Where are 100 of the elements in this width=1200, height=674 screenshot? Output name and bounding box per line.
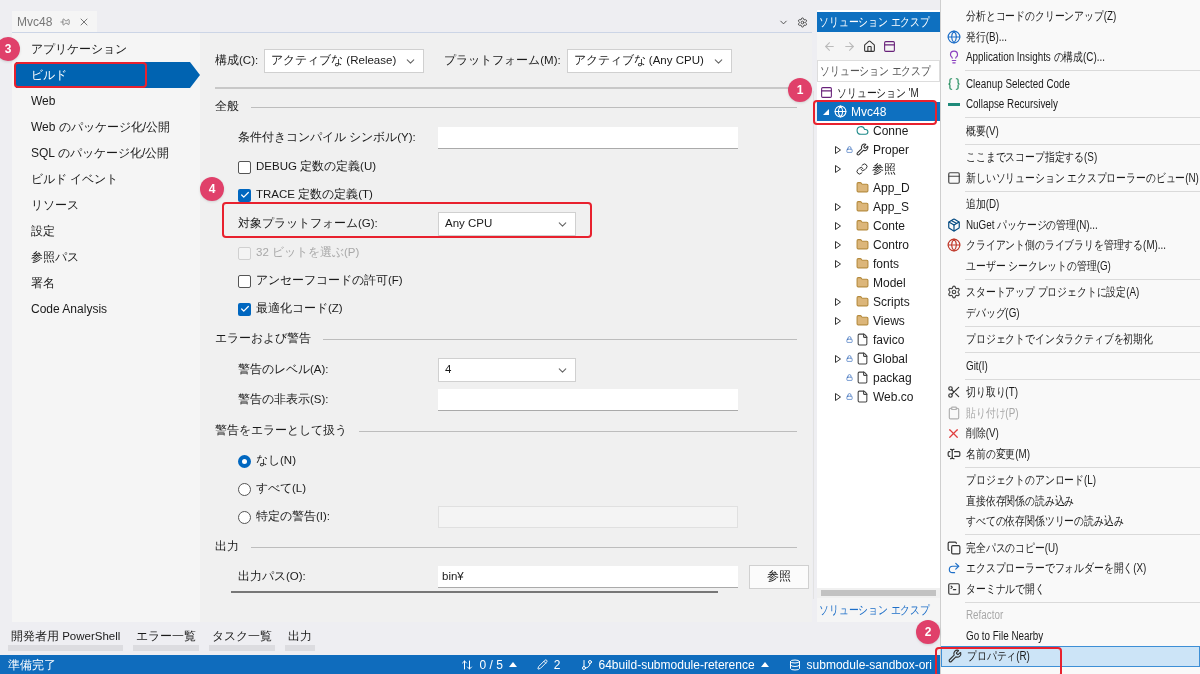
menu-item[interactable]: 切り取り(T) <box>941 382 1200 403</box>
tree-item[interactable]: Scripts <box>817 292 940 311</box>
window-icon[interactable] <box>883 39 896 53</box>
nav-item[interactable]: 参照パス <box>31 244 79 270</box>
menu-item[interactable]: ターミナルで開く <box>941 578 1200 599</box>
braces-icon <box>946 76 961 91</box>
input-field[interactable] <box>438 127 738 149</box>
document-tab[interactable]: Mvc48 <box>12 11 97 32</box>
radio-label: 特定の警告(I): <box>256 509 331 525</box>
dropdown[interactable]: Any CPU <box>438 212 576 236</box>
collapsed-arrow-icon[interactable] <box>835 392 841 401</box>
menu-item[interactable]: Go to File Nearby <box>941 625 1200 646</box>
status-item[interactable]: 2 <box>536 655 561 674</box>
nav-item[interactable]: 設定 <box>31 218 55 244</box>
menu-item[interactable]: エクスプローラーでフォルダーを開く(X) <box>941 558 1200 579</box>
checkbox[interactable] <box>238 274 251 288</box>
search-field[interactable]: ソリューション エクスプ <box>817 60 940 82</box>
input-field[interactable]: bin¥ <box>438 566 738 588</box>
browse-button[interactable]: 参照 <box>749 565 809 589</box>
menu-item[interactable]: 概要(V) <box>941 120 1200 141</box>
nav-item[interactable]: Code Analysis <box>31 296 108 322</box>
tree-item[interactable]: packag <box>817 368 940 387</box>
tree-item[interactable]: Proper <box>817 140 940 159</box>
menu-item[interactable]: 追加(D) <box>941 194 1200 215</box>
menu-item[interactable]: プロジェクトのアンロード(L) <box>941 470 1200 491</box>
menu-item[interactable]: ユーザー シークレットの管理(G) <box>941 255 1200 276</box>
file-icon <box>856 333 869 346</box>
tree-item[interactable]: Contro <box>817 235 940 254</box>
package-icon <box>946 217 961 232</box>
settings-icon[interactable] <box>797 17 808 28</box>
dropdown[interactable]: アクティブな (Release) <box>264 49 425 73</box>
collapsed-arrow-icon[interactable] <box>835 240 841 249</box>
nav-item[interactable]: Web のパッケージ化/公開 <box>31 114 171 140</box>
menu-item[interactable]: プロジェクトでインタラクティブを初期化 <box>941 329 1200 350</box>
scrollbar-thumb[interactable] <box>821 590 936 596</box>
status-item[interactable]: 64build-submodule-reterence <box>580 655 769 674</box>
nav-item[interactable]: Web <box>31 88 56 114</box>
menu-item[interactable]: Collapse Recursively <box>941 94 1200 115</box>
checkbox[interactable] <box>238 188 251 202</box>
tree-item[interactable]: App_S <box>817 197 940 216</box>
menu-item[interactable]: 完全パスのコピー(U) <box>941 537 1200 558</box>
tree-item[interactable]: Web.co <box>817 387 940 406</box>
tree-item[interactable]: Conte <box>817 216 940 235</box>
status-item[interactable]: submodule-sandbox-ori <box>788 655 932 674</box>
collapsed-arrow-icon[interactable] <box>835 259 841 268</box>
collapsed-arrow-icon[interactable] <box>835 297 841 306</box>
tree-item[interactable]: Model <box>817 273 940 292</box>
field-label: 出力パス(O): <box>238 569 307 585</box>
menu-item[interactable]: ここまでスコープ指定する(S) <box>941 147 1200 168</box>
curved-arrow-icon <box>946 561 961 576</box>
checkbox[interactable] <box>238 302 251 316</box>
tree-item[interactable]: Global <box>817 349 940 368</box>
nav-item[interactable]: 署名 <box>31 270 55 296</box>
home-icon[interactable] <box>863 39 876 53</box>
menu-item[interactable]: 新しいソリューション エクスプローラーのビュー(N) <box>941 167 1200 188</box>
menu-item[interactable]: 分析とコードのクリーンアップ(Z) <box>941 6 1200 27</box>
menu-item[interactable]: デバッグ(G) <box>941 302 1200 323</box>
collapsed-arrow-icon[interactable] <box>835 202 841 211</box>
panel-tab[interactable]: ソリューション エクスプ <box>817 598 940 622</box>
branch-icon <box>580 658 593 671</box>
checkbox-label: アンセーフコードの許可(F) <box>256 273 403 289</box>
tree-item[interactable]: Conne <box>817 121 940 140</box>
collapsed-arrow-icon[interactable] <box>835 316 841 325</box>
radio-button[interactable] <box>238 454 251 468</box>
collapsed-arrow-icon[interactable] <box>835 145 841 154</box>
menu-item[interactable]: NuGet パッケージの管理(N)... <box>941 214 1200 235</box>
menu-item[interactable]: Git(I) <box>941 355 1200 376</box>
radio-button[interactable] <box>238 482 251 496</box>
menu-item[interactable]: 名前の変更(M) <box>941 443 1200 464</box>
tree-item[interactable]: ソリューション 'M <box>817 83 940 102</box>
menu-item[interactable]: 発行(B)... <box>941 26 1200 47</box>
menu-item[interactable]: すべての依存関係ツリーの読み込み <box>941 511 1200 532</box>
menu-item[interactable]: Application Insights の構成(C)... <box>941 47 1200 68</box>
tree-item[interactable]: App_D <box>817 178 940 197</box>
radio-button[interactable] <box>238 510 251 524</box>
status-item[interactable]: 0 / 5 <box>461 655 517 674</box>
dropdown[interactable]: 4 <box>438 358 576 382</box>
dropdown[interactable]: アクティブな (Any CPU) <box>566 49 732 73</box>
nav-item[interactable]: SQL のパッケージ化/公開 <box>31 140 170 166</box>
menu-item[interactable]: スタートアップ プロジェクトに設定(A) <box>941 282 1200 303</box>
menu-item[interactable]: 直接依存関係の読み込み <box>941 490 1200 511</box>
nav-item[interactable]: リソース <box>31 192 79 218</box>
scrollbar-thumb[interactable] <box>231 591 718 593</box>
collapsed-arrow-icon[interactable] <box>835 221 841 230</box>
nav-item[interactable]: アプリケーション <box>31 36 127 62</box>
menu-item[interactable]: Cleanup Selected Code <box>941 73 1200 94</box>
expanded-arrow-icon[interactable] <box>823 108 829 115</box>
tree-item[interactable]: 参照 <box>817 159 940 178</box>
nav-item[interactable]: ビルド イベント <box>31 166 119 192</box>
menu-item[interactable]: プロパティ(R) <box>941 646 1200 667</box>
menu-item[interactable]: 削除(V) <box>941 423 1200 444</box>
tree-item[interactable]: favico <box>817 330 940 349</box>
collapsed-arrow-icon[interactable] <box>835 354 841 363</box>
tree-item[interactable]: Views <box>817 311 940 330</box>
checkbox[interactable] <box>238 160 251 174</box>
menu-item[interactable]: クライアント側のライブラリを管理する(M)... <box>941 235 1200 256</box>
tree-item[interactable]: Mvc48 <box>817 102 940 121</box>
input-field[interactable] <box>438 389 738 411</box>
tree-item[interactable]: fonts <box>817 254 940 273</box>
collapsed-arrow-icon[interactable] <box>835 164 841 173</box>
